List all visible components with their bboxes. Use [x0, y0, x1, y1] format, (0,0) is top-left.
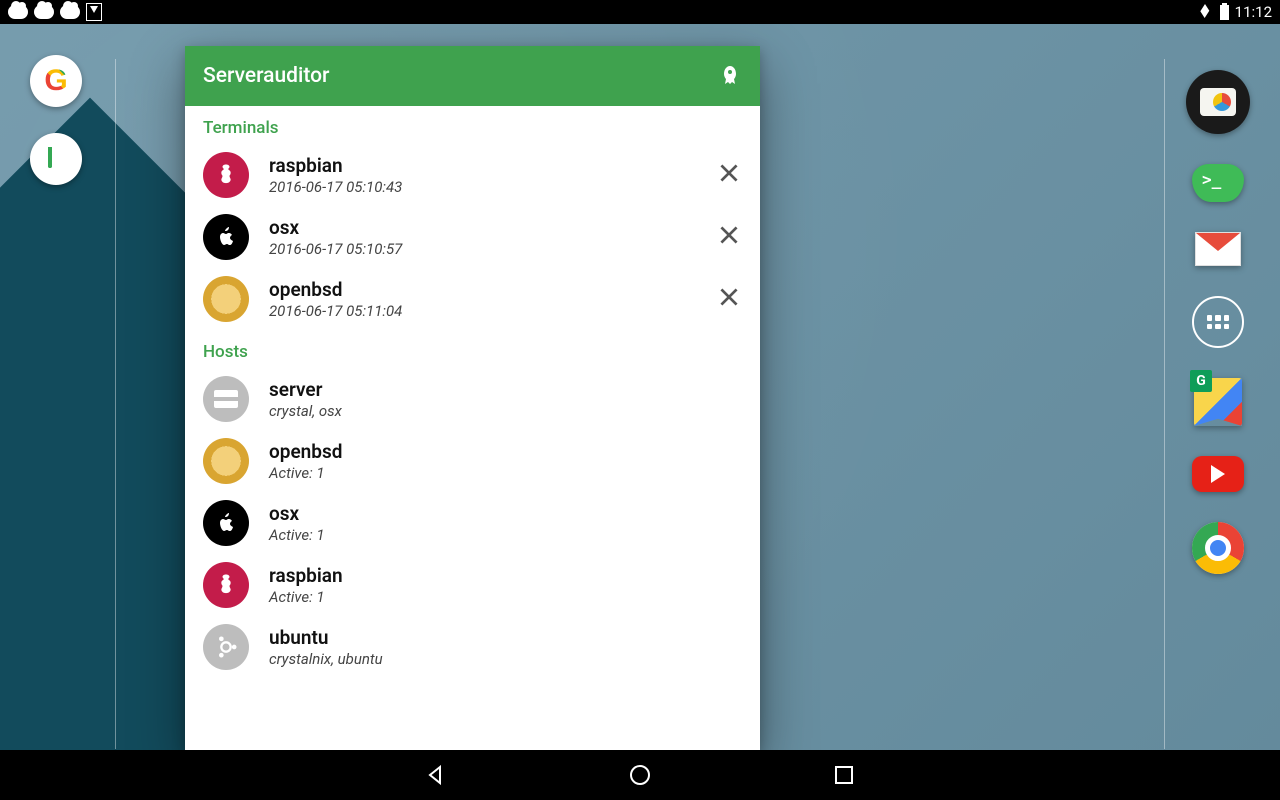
host-sub: crystal, osx: [269, 402, 742, 420]
dock-right-column: G: [1186, 70, 1250, 574]
app-title: Serverauditor: [203, 64, 329, 88]
gmail-app-icon[interactable]: [1195, 232, 1241, 266]
notification-cloud-icon: [8, 5, 28, 19]
host-row[interactable]: osx Active: 1: [185, 492, 760, 554]
host-name: raspbian: [269, 564, 742, 587]
terminal-name: raspbian: [269, 154, 696, 177]
app-header: Serverauditor: [185, 46, 760, 106]
terminal-name: openbsd: [269, 278, 696, 301]
ubuntu-icon: [203, 624, 249, 670]
notification-cloud-icon: [60, 5, 80, 19]
terminal-timestamp: 2016-06-17 05:11:04: [269, 302, 696, 320]
serverauditor-app-icon[interactable]: [1192, 164, 1244, 202]
apple-icon: [203, 214, 249, 260]
host-row[interactable]: raspbian Active: 1: [185, 554, 760, 616]
close-terminal-button[interactable]: [716, 222, 742, 252]
wifi-icon: [1196, 4, 1214, 18]
google-search-button[interactable]: G: [30, 55, 82, 107]
all-apps-button[interactable]: [1192, 296, 1244, 348]
mic-icon: [48, 147, 64, 171]
openbsd-icon: [203, 438, 249, 484]
google-maps-app-icon[interactable]: G: [1194, 378, 1242, 426]
launcher-left-column: G: [30, 55, 82, 185]
host-row[interactable]: openbsd Active: 1: [185, 430, 760, 492]
status-clock: 11:12: [1235, 3, 1272, 21]
chrome-app-icon[interactable]: [1192, 522, 1244, 574]
terminal-row[interactable]: osx 2016-06-17 05:10:57: [185, 206, 760, 268]
camera-app-icon[interactable]: [1186, 70, 1250, 134]
host-sub: crystalnix, ubuntu: [269, 650, 742, 668]
host-sub: Active: 1: [269, 526, 742, 544]
nav-back-button[interactable]: [424, 763, 448, 787]
server-icon: [203, 376, 249, 422]
serverauditor-widget: Serverauditor Terminals raspbian 2016-06…: [185, 46, 760, 750]
host-name: server: [269, 378, 742, 401]
host-row[interactable]: ubuntu crystalnix, ubuntu: [185, 616, 760, 678]
close-terminal-button[interactable]: [716, 284, 742, 314]
terminal-row[interactable]: openbsd 2016-06-17 05:11:04: [185, 268, 760, 330]
host-row[interactable]: server crystal, osx: [185, 368, 760, 430]
terminals-section-label: Terminals: [185, 106, 760, 144]
host-sub: Active: 1: [269, 464, 742, 482]
host-name: ubuntu: [269, 626, 742, 649]
nav-recent-button[interactable]: [832, 763, 856, 787]
status-bar: 11:12: [0, 0, 1280, 24]
host-sub: Active: 1: [269, 588, 742, 606]
google-g-icon: G: [44, 64, 67, 98]
hosts-section-label: Hosts: [185, 330, 760, 368]
quick-connect-icon[interactable]: [718, 64, 742, 88]
notification-cloud-icon: [34, 5, 54, 19]
battery-icon: [1220, 5, 1229, 20]
apple-icon: [203, 500, 249, 546]
apps-grid-icon: [1207, 315, 1229, 329]
raspbian-icon: [203, 152, 249, 198]
navigation-bar: [0, 750, 1280, 800]
terminal-row[interactable]: raspbian 2016-06-17 05:10:43: [185, 144, 760, 206]
close-terminal-button[interactable]: [716, 160, 742, 190]
download-icon: [86, 3, 102, 21]
voice-search-button[interactable]: [30, 133, 82, 185]
terminal-timestamp: 2016-06-17 05:10:43: [269, 178, 696, 196]
host-name: osx: [269, 502, 742, 525]
nav-home-button[interactable]: [628, 763, 652, 787]
terminal-name: osx: [269, 216, 696, 239]
youtube-app-icon[interactable]: [1192, 456, 1244, 492]
host-name: openbsd: [269, 440, 742, 463]
raspbian-icon: [203, 562, 249, 608]
terminal-timestamp: 2016-06-17 05:10:57: [269, 240, 696, 258]
openbsd-icon: [203, 276, 249, 322]
